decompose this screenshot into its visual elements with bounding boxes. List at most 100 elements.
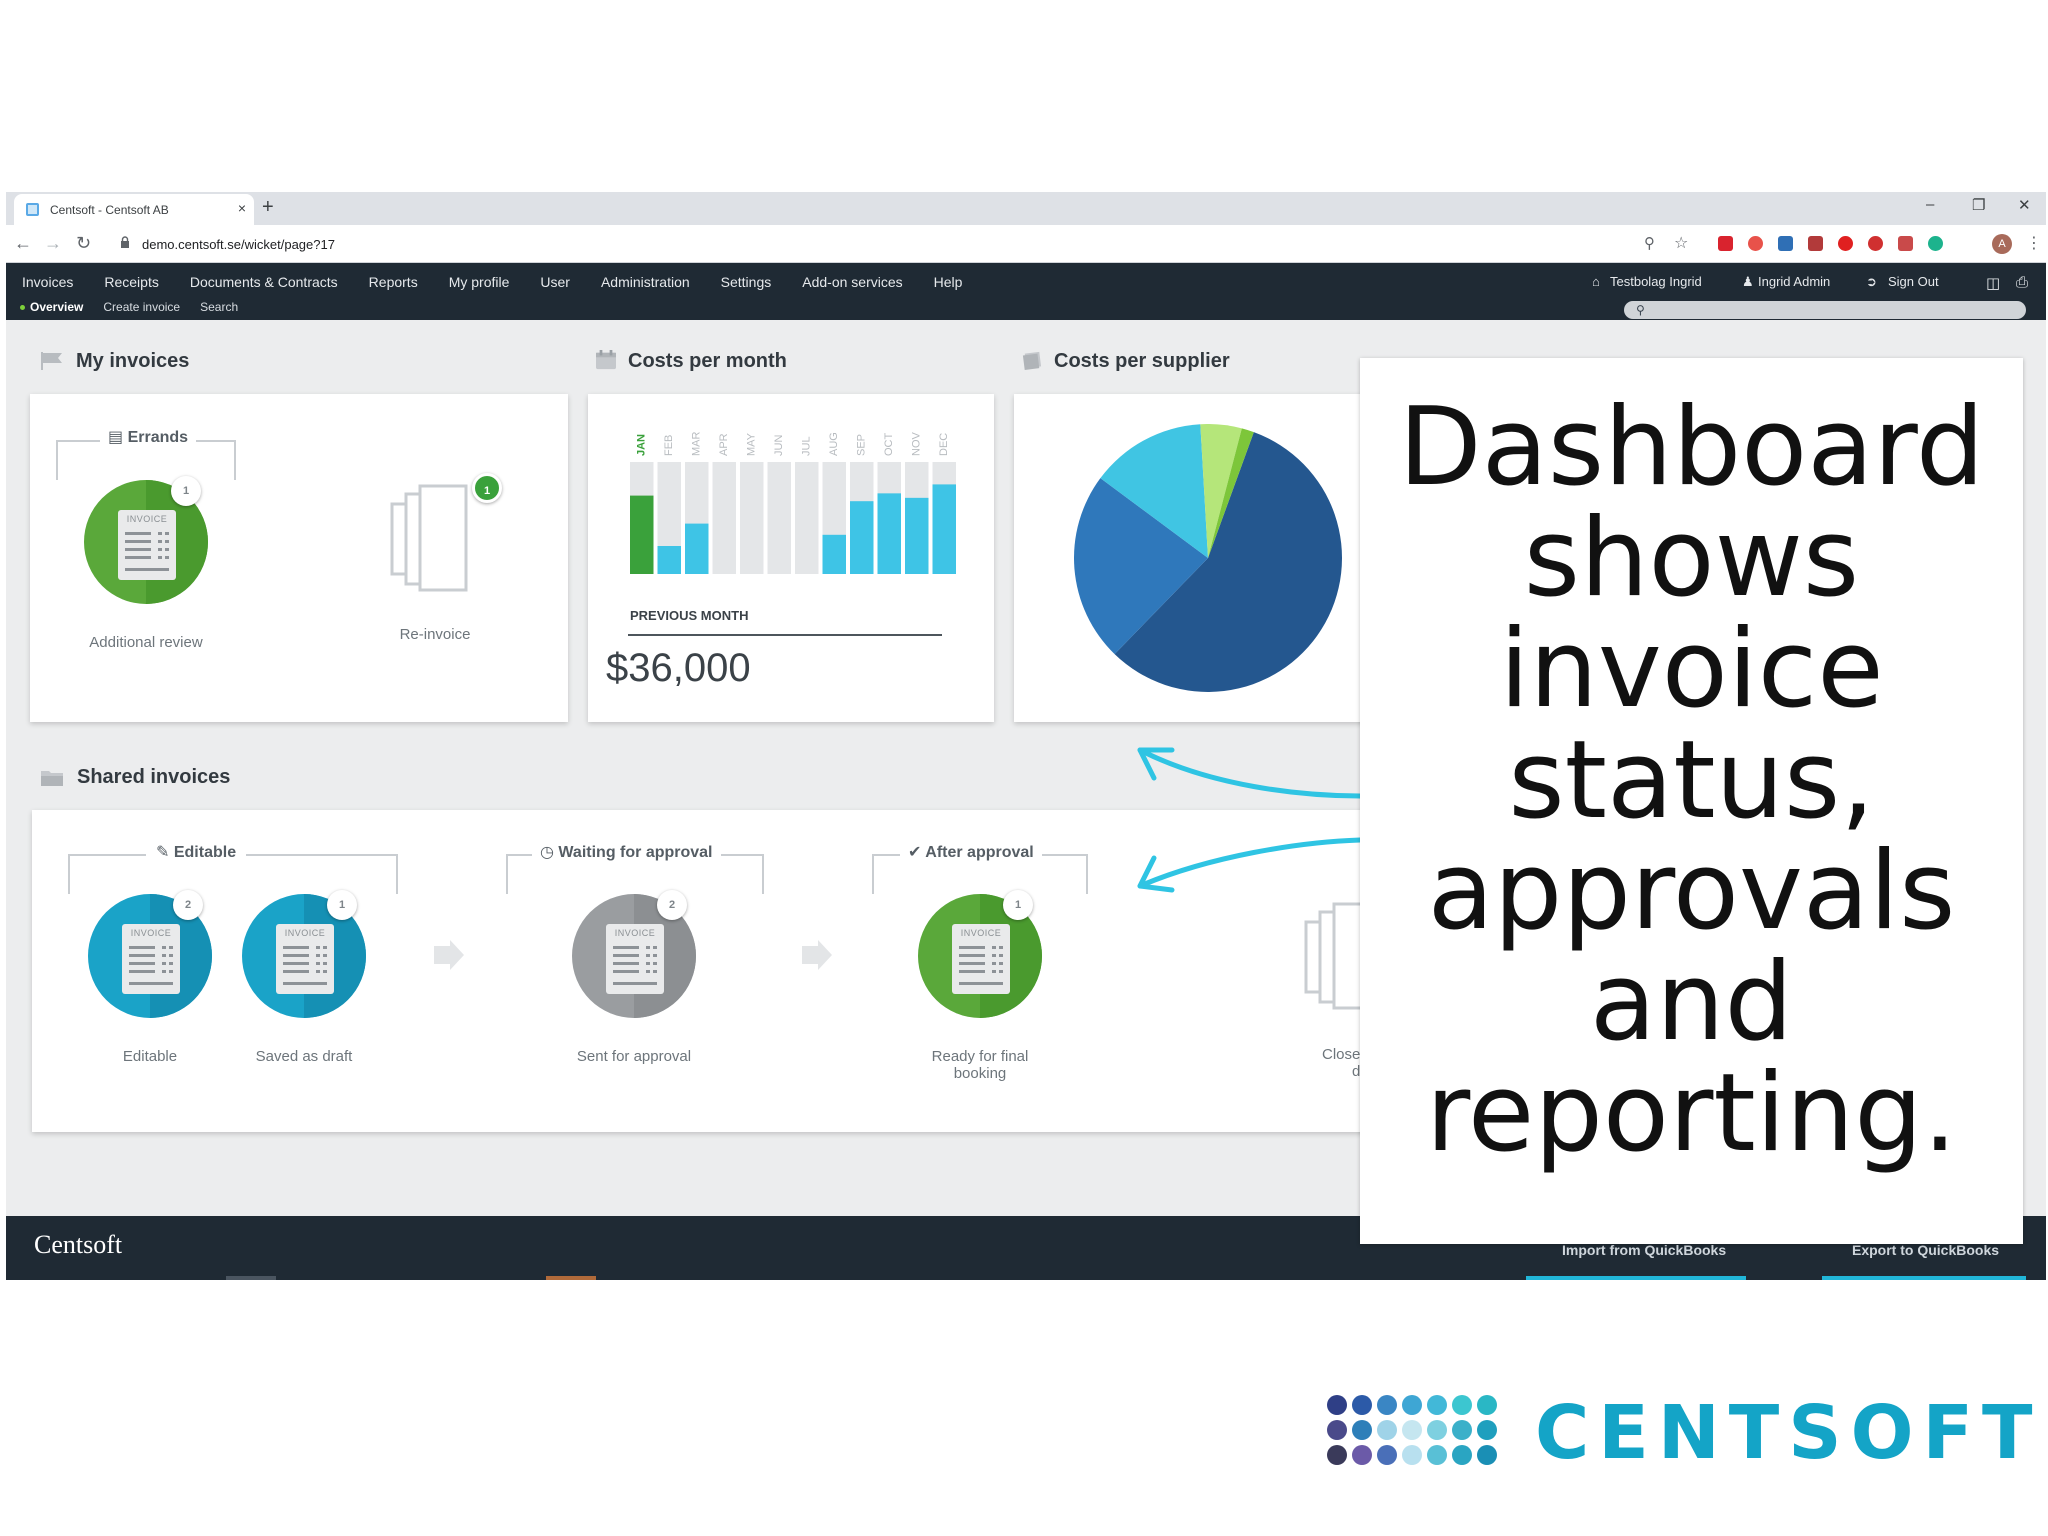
- subnav-search[interactable]: Search: [200, 300, 238, 314]
- user-icon: ♟: [1742, 274, 1754, 289]
- subnav-overview[interactable]: Overview: [18, 300, 83, 314]
- tab-close-icon[interactable]: ×: [238, 200, 246, 216]
- month-tick-label: MAY: [746, 432, 758, 456]
- logo-dot: [1477, 1395, 1497, 1415]
- footer-accent: [546, 1276, 596, 1280]
- bar-track: [712, 462, 736, 574]
- count-badge: 2: [657, 890, 687, 920]
- extension-icon[interactable]: [1748, 236, 1763, 251]
- extension-icon[interactable]: [1928, 236, 1943, 251]
- saved-as-draft-label: Saved as draft: [255, 1048, 353, 1065]
- minimize-button[interactable]: –: [1926, 196, 1934, 213]
- previous-month-value: $36,000: [606, 646, 751, 690]
- extension-icon[interactable]: [1838, 236, 1853, 251]
- profile-avatar[interactable]: A: [1992, 234, 2012, 254]
- nav-user[interactable]: User: [540, 274, 570, 290]
- new-tab-button[interactable]: +: [262, 196, 274, 219]
- extension-icon[interactable]: [1778, 236, 1793, 251]
- nav-my-profile[interactable]: My profile: [449, 274, 510, 290]
- logo-dot: [1327, 1445, 1347, 1465]
- tab-strip: Centsoft - Centsoft AB × + – ❐ ✕: [6, 192, 2046, 225]
- bar-mar[interactable]: [685, 523, 709, 574]
- logo-dot: [1377, 1445, 1397, 1465]
- tab-title: Centsoft - Centsoft AB: [50, 203, 169, 217]
- re-invoice-icon[interactable]: [390, 482, 470, 594]
- arrow-to-approvals: [1137, 837, 1363, 889]
- zoom-icon[interactable]: ⚲: [1644, 234, 1655, 252]
- extension-icon[interactable]: [1718, 236, 1733, 251]
- nav-add-on-services[interactable]: Add-on services: [802, 274, 902, 290]
- logo-dot: [1327, 1420, 1347, 1440]
- extension-icon[interactable]: [1808, 236, 1823, 251]
- bar-nov[interactable]: [905, 497, 929, 574]
- nav-receipts[interactable]: Receipts: [104, 274, 158, 290]
- subnav-create-invoice[interactable]: Create invoice: [103, 300, 180, 314]
- centsoft-wordmark: CENTSOFT: [1535, 1390, 2042, 1476]
- bar-feb[interactable]: [657, 546, 682, 574]
- bookmark-star-icon[interactable]: ☆: [1674, 233, 1688, 253]
- my-invoices-card: ▤ Errands INVOICE 1 Additional review 1 …: [30, 394, 568, 722]
- company-link[interactable]: Testbolag Ingrid: [1610, 274, 1702, 289]
- costs-per-month-chart: JAN FEB MAR APR MAY JUN JUL AUG SEP OCT NOV DEC: [630, 432, 957, 574]
- forward-icon[interactable]: →: [44, 233, 62, 254]
- nav-documents-contracts[interactable]: Documents & Contracts: [190, 274, 338, 290]
- extension-icon[interactable]: [1898, 236, 1913, 251]
- pdf-icon[interactable]: ⎙: [2016, 274, 2028, 291]
- sent-for-approval-label: Sent for approval: [576, 1048, 692, 1065]
- address-bar: ← → ↻ demo.centsoft.se/wicket/page?17 ⚲ …: [6, 225, 2046, 263]
- document-stack-icon: [1022, 351, 1042, 370]
- bar-dec[interactable]: [932, 484, 957, 574]
- close-window-button[interactable]: ✕: [2018, 196, 2031, 214]
- callout-box: Dashboard shows invoice status, approval…: [1360, 358, 2023, 1244]
- url-field[interactable]: demo.centsoft.se/wicket/page?17: [142, 237, 335, 252]
- app-header: Invoices Receipts Documents & Contracts …: [6, 263, 2046, 320]
- reload-icon[interactable]: ↻: [76, 233, 91, 254]
- nav-administration[interactable]: Administration: [601, 274, 690, 290]
- sign-out-link[interactable]: Sign Out: [1888, 274, 1939, 289]
- logo-dot: [1452, 1420, 1472, 1440]
- lock-icon: [121, 236, 129, 248]
- header-search-input[interactable]: ⚲: [1624, 301, 2026, 319]
- nav-invoices[interactable]: Invoices: [22, 274, 73, 290]
- bar-aug[interactable]: [822, 534, 847, 574]
- nav-reports[interactable]: Reports: [369, 274, 418, 290]
- main-nav: Invoices Receipts Documents & Contracts …: [22, 274, 993, 290]
- monitor-icon[interactable]: ◫: [1986, 274, 2000, 292]
- month-tick-label: APR: [718, 433, 730, 456]
- calendar-icon: [596, 350, 616, 370]
- month-tick-label: NOV: [911, 432, 923, 457]
- costs-per-supplier-title: Costs per supplier: [1054, 350, 1230, 372]
- arrow-to-reporting: [1137, 747, 1363, 799]
- browser-menu-icon[interactable]: ⋮: [2026, 233, 2042, 253]
- bar-track: [795, 462, 819, 574]
- nav-help[interactable]: Help: [934, 274, 963, 290]
- divider: [628, 634, 942, 636]
- bar-oct[interactable]: [877, 493, 902, 574]
- bar-sep[interactable]: [850, 501, 874, 574]
- centsoft-logo-icon: [1327, 1395, 1497, 1465]
- errands-label: ▤ Errands: [100, 427, 197, 447]
- bar-jan[interactable]: [630, 495, 654, 574]
- adblock-icon[interactable]: [1868, 236, 1883, 251]
- editable-label: Editable: [122, 1048, 178, 1065]
- my-invoices-title: My invoices: [76, 350, 190, 372]
- logo-dot: [1477, 1420, 1497, 1440]
- month-tick-label: DEC: [938, 433, 950, 456]
- logo-dot: [1352, 1445, 1372, 1465]
- nav-settings[interactable]: Settings: [721, 274, 772, 290]
- browser-tab[interactable]: Centsoft - Centsoft AB ×: [14, 194, 254, 225]
- costs-per-supplier-card: [1014, 394, 1394, 722]
- month-tick-label: JAN: [636, 434, 648, 456]
- logo-dot: [1352, 1395, 1372, 1415]
- logo-dot: [1327, 1395, 1347, 1415]
- count-badge: 1: [1003, 890, 1033, 920]
- logo-dot: [1477, 1445, 1497, 1465]
- back-icon[interactable]: ←: [14, 233, 32, 254]
- callout-text: Dashboard shows invoice status, approval…: [1398, 385, 1985, 1176]
- invoice-doc-icon: INVOICE: [118, 510, 176, 580]
- user-link[interactable]: Ingrid Admin: [1758, 274, 1830, 289]
- search-icon: ⚲: [1636, 303, 1645, 317]
- restore-button[interactable]: ❐: [1972, 196, 1985, 214]
- invoice-doc-icon: INVOICE: [952, 924, 1010, 994]
- editable-group-label: ✎ Editable: [146, 842, 247, 862]
